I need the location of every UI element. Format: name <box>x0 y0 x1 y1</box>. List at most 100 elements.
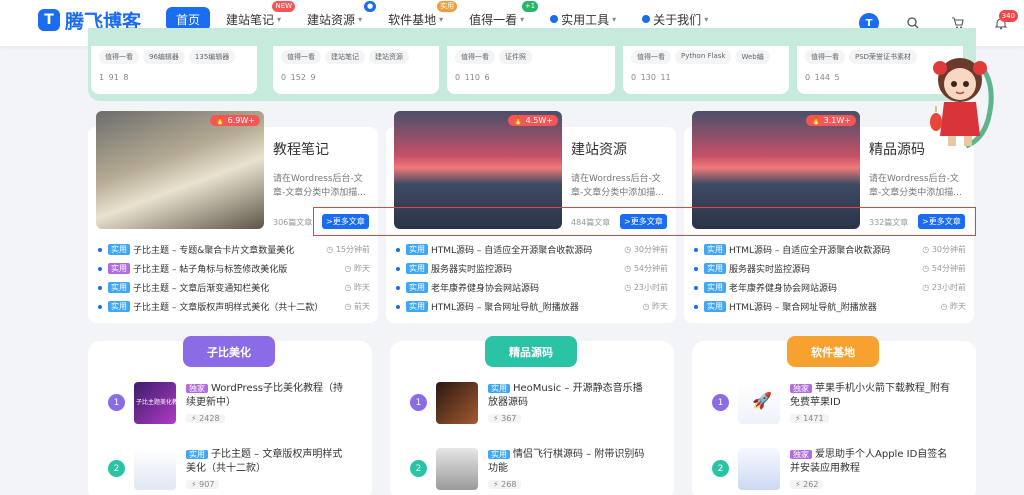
ranking-item[interactable]: 2 独家 爱思助手个人Apple ID自签名并安装应用教程 ⚡ 262 <box>712 448 950 490</box>
post-title[interactable]: 子比主题 – 文章后渐变通知栏美化 <box>133 281 344 294</box>
item-thumbnail[interactable] <box>436 382 478 424</box>
view-count: ⚡ 268 <box>488 480 522 489</box>
bullet-icon <box>396 247 400 252</box>
post-title[interactable]: HTML源码 – 聚合网址导航_附播放器 <box>431 300 642 313</box>
item-body: 独家 爱思助手个人Apple ID自签名并安装应用教程 ⚡ 262 <box>790 448 950 490</box>
tag-chip[interactable]: 证件照 <box>499 50 532 64</box>
list-item[interactable]: 实用 HTML源码 – 自适应全开源聚合收款源码 ◷ 30分钟前 <box>694 240 966 259</box>
ranking-item[interactable]: 1 🚀 独家 苹果手机小火箭下载教程_附有免费苹果ID ⚡ 1471 <box>712 382 950 424</box>
tag-chip[interactable]: 值得一看 <box>281 50 321 64</box>
fire-icon: ⚡ <box>191 480 200 489</box>
tag-chip[interactable]: 值得一看 <box>631 50 671 64</box>
ranking-item[interactable]: 2 实用 情侣飞行棋源码 – 附带识别码功能 ⚡ 268 <box>410 448 648 490</box>
item-title[interactable]: 独家 爱思助手个人Apple ID自签名并安装应用教程 <box>790 448 950 476</box>
nav-item-label: 值得一看 <box>469 12 518 27</box>
item-title[interactable]: 独家 WordPress子比美化教程（持续更新中） <box>186 382 346 410</box>
list-item[interactable]: 实用 子比主题 – 帖子角标与标签修改美化版 ◷ 昨天 <box>98 259 370 278</box>
tag-chip[interactable]: 96编辑器 <box>143 50 185 64</box>
tag-chip[interactable]: 值得一看 <box>805 50 845 64</box>
list-item[interactable]: 实用 子比主题 – 文章版权声明样式美化（共十二款） ◷ 前天 <box>98 297 370 316</box>
category-title[interactable]: 教程笔记 <box>273 139 329 159</box>
post-list: 实用 HTML源码 – 自适应全开源聚合收款源码 ◷ 30分钟前 实用 服务器实… <box>396 240 668 316</box>
list-item[interactable]: 实用 子比主题 – 文章后渐变通知栏美化 ◷ 昨天 <box>98 278 370 297</box>
post-title[interactable]: 子比主题 – 文章版权声明样式美化（共十二款） <box>133 300 344 313</box>
nav-item-label: 建站资源 <box>307 12 356 27</box>
tag-chip[interactable]: 建站资源 <box>369 50 409 64</box>
post-time-text: 昨天 <box>354 264 370 273</box>
post-title[interactable]: 服务器实时监控源码 <box>729 262 922 275</box>
list-item[interactable]: 实用 HTML源码 – 自适应全开源聚合收款源码 ◷ 30分钟前 <box>396 240 668 259</box>
tag-list: 值得一看 建站笔记 建站资源 <box>281 50 431 64</box>
list-item[interactable]: 实用 服务器实时监控源码 ◷ 54分钟前 <box>396 259 668 278</box>
section-title[interactable]: 子比美化 <box>183 336 275 367</box>
item-thumbnail[interactable] <box>738 448 780 490</box>
ranking-item[interactable]: 1 实用 HeoMusic – 开源静态音乐播放器源码 ⚡ 367 <box>410 382 648 424</box>
tag-chip[interactable]: 135编辑器 <box>188 50 236 64</box>
post-time-text: 23小时前 <box>931 283 966 292</box>
post-time: ◷ 30分钟前 <box>922 244 966 255</box>
section-title[interactable]: 精品源码 <box>485 336 577 367</box>
list-item[interactable]: 实用 服务器实时监控源码 ◷ 54分钟前 <box>694 259 966 278</box>
tag-chip[interactable]: 值得一看 <box>99 50 139 64</box>
featured-card[interactable]: 值得一看 Python Flask Web编 0 130 11 <box>623 46 789 94</box>
post-title[interactable]: 子比主题 – 专题&聚合卡片文章数量美化 <box>133 243 326 256</box>
post-time-text: 昨天 <box>652 302 668 311</box>
post-time-text: 23小时前 <box>633 283 668 292</box>
item-body: 独家 WordPress子比美化教程（持续更新中） ⚡ 2428 <box>186 382 346 424</box>
featured-card[interactable]: 值得一看 证件照 0 110 6 <box>447 46 615 94</box>
fire-icon: ⚡ <box>795 480 804 489</box>
list-item[interactable]: 实用 HTML源码 – 聚合网址导航_附播放器 ◷ 昨天 <box>396 297 668 316</box>
thumbnail-text: 子比主题美化教 <box>136 399 176 406</box>
fire-icon: 🔥 <box>513 116 524 125</box>
post-title[interactable]: 老年康养健身协会网站源码 <box>431 281 624 294</box>
item-title[interactable]: 独家 苹果手机小火箭下载教程_附有免费苹果ID <box>790 382 950 410</box>
item-thumbnail[interactable]: 🚀 <box>738 382 780 424</box>
category-title[interactable]: 建站资源 <box>571 139 627 159</box>
item-title-text: HeoMusic – 开源静态音乐播放器源码 <box>488 383 643 408</box>
item-title[interactable]: 实用 情侣飞行棋源码 – 附带识别码功能 <box>488 448 648 476</box>
post-title[interactable]: HTML源码 – 自适应全开源聚合收款源码 <box>431 243 624 256</box>
post-title[interactable]: 老年康养健身协会网站源码 <box>729 281 922 294</box>
item-thumbnail[interactable]: 子比主题美化教 <box>134 382 176 424</box>
item-label: 实用 <box>488 384 510 393</box>
section-title[interactable]: 软件基地 <box>787 336 879 367</box>
post-time-text: 前天 <box>354 302 370 311</box>
item-label: 独家 <box>790 450 812 459</box>
item-title[interactable]: 实用 HeoMusic – 开源静态音乐播放器源码 <box>488 382 648 410</box>
ranking-item[interactable]: 1 子比主题美化教 独家 WordPress子比美化教程（持续更新中） ⚡ 242… <box>108 382 346 424</box>
tag-chip[interactable]: 值得一看 <box>455 50 495 64</box>
hot-badge: 🔥 4.5W+ <box>508 115 558 126</box>
tag-chip[interactable]: 建站笔记 <box>325 50 365 64</box>
tag-chip[interactable]: Python Flask <box>675 50 732 64</box>
item-thumbnail[interactable] <box>134 448 176 490</box>
list-item[interactable]: 实用 老年康养健身协会网站源码 ◷ 23小时前 <box>694 278 966 297</box>
post-label: 实用 <box>704 244 726 255</box>
post-list: 实用 HTML源码 – 自适应全开源聚合收款源码 ◷ 30分钟前 实用 服务器实… <box>694 240 966 316</box>
post-title[interactable]: HTML源码 – 自适应全开源聚合收款源码 <box>729 243 922 256</box>
category-title[interactable]: 精品源码 <box>869 139 925 159</box>
view-count-value: 367 <box>501 414 517 423</box>
featured-card[interactable]: 值得一看 96编辑器 135编辑器 1 91 8 <box>91 46 257 94</box>
bullet-icon <box>396 285 400 290</box>
item-title[interactable]: 实用 子比主题 – 文章版权声明样式美化（共十二款） <box>186 448 346 476</box>
post-title[interactable]: HTML源码 – 聚合网址导航_附播放器 <box>729 300 940 313</box>
bell-icon[interactable]: 340 <box>986 8 1018 38</box>
view-count: ⚡ 907 <box>186 480 220 489</box>
tag-chip[interactable]: Web编 <box>735 50 770 64</box>
post-title[interactable]: 服务器实时监控源码 <box>431 262 624 275</box>
tag-chip[interactable]: PSD荣誉证书素材 <box>849 50 918 64</box>
ranking-item[interactable]: 2 实用 子比主题 – 文章版权声明样式美化（共十二款） ⚡ 907 <box>108 448 346 490</box>
item-thumbnail[interactable] <box>436 448 478 490</box>
list-item[interactable]: 实用 老年康养健身协会网站源码 ◷ 23小时前 <box>396 278 668 297</box>
post-title[interactable]: 子比主题 – 帖子角标与标签修改美化版 <box>133 262 344 275</box>
category-cover-image[interactable]: 🔥 6.9W+ <box>96 111 264 229</box>
post-time-text: 54分钟前 <box>633 264 668 273</box>
post-time: ◷ 23小时前 <box>922 282 966 293</box>
ranking-section: 子比美化 1 子比主题美化教 独家 WordPress子比美化教程（持续更新中） … <box>88 336 372 495</box>
featured-card[interactable]: 值得一看 建站笔记 建站资源 0 152 9 <box>273 46 439 94</box>
item-title-text: 爱思助手个人Apple ID自签名并安装应用教程 <box>790 449 948 474</box>
list-item[interactable]: 实用 HTML源码 – 聚合网址导航_附播放器 ◷ 昨天 <box>694 297 966 316</box>
rank-number: 1 <box>410 394 427 411</box>
list-item[interactable]: 实用 子比主题 – 专题&聚合卡片文章数量美化 ◷ 15分钟前 <box>98 240 370 259</box>
post-label: 实用 <box>108 282 130 293</box>
